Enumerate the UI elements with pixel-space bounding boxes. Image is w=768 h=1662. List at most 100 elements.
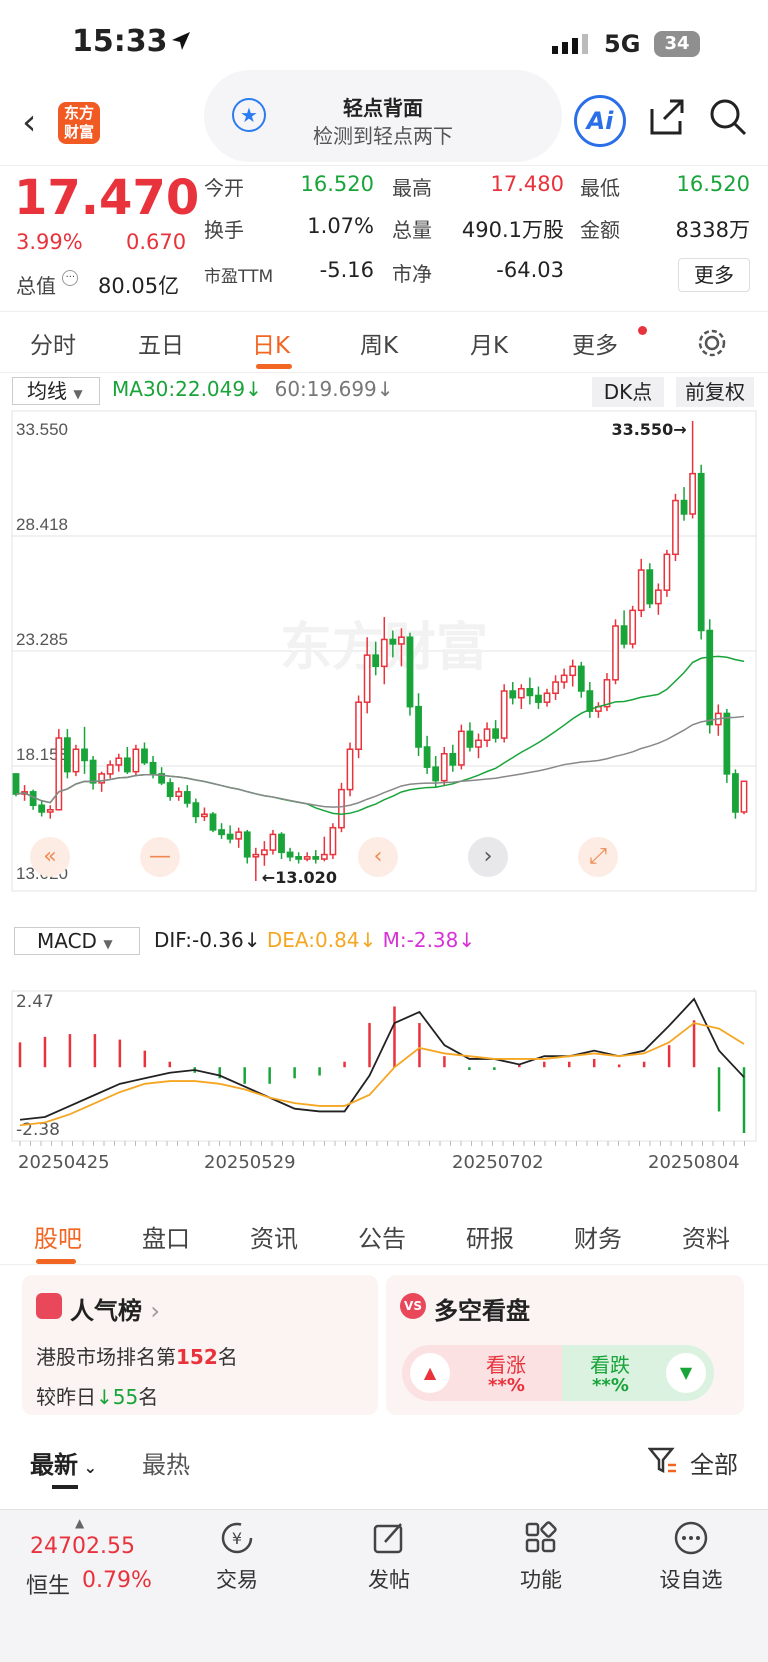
- tabbar-post[interactable]: 发帖: [344, 1520, 434, 1594]
- scroll-left-icon[interactable]: ‹: [358, 837, 398, 877]
- tab-more[interactable]: 更多: [572, 326, 618, 360]
- bearish-button[interactable]: 看跌 **% ▼: [562, 1345, 714, 1401]
- signal-icon: [552, 34, 588, 54]
- popularity-card[interactable]: 人气榜 › 港股市场排名第152名 较昨日↓55名: [22, 1275, 378, 1415]
- candle-body: [637, 569, 645, 612]
- candle-body: [466, 730, 474, 748]
- index-name: 恒生: [26, 1574, 71, 1599]
- ma-selector[interactable]: 均线 ▼: [12, 377, 100, 405]
- max-price-annotation: 33.550→: [611, 420, 686, 439]
- tab-weekly-k[interactable]: 周K: [360, 326, 398, 360]
- tab-intraday[interactable]: 分时: [30, 326, 76, 360]
- candle-body: [535, 694, 542, 703]
- grid-icon: [525, 1521, 557, 1553]
- filter-icon[interactable]: [648, 1445, 678, 1475]
- ma60-value: 60:19.699: [274, 377, 377, 401]
- scroll-start-icon[interactable]: «: [30, 837, 70, 877]
- candle-body: [449, 752, 457, 766]
- feed-all-filter[interactable]: 全部: [690, 1445, 738, 1480]
- date-label: 20250425: [18, 1152, 110, 1173]
- market-cap-label-text: 总值: [16, 274, 56, 298]
- settings-gear-icon[interactable]: [696, 327, 728, 359]
- popularity-title-text: 人气榜: [70, 1297, 142, 1325]
- macd-legend: DIF:-0.36↓ DEA:0.84↓ M:-2.38↓: [154, 928, 475, 952]
- candle-body: [389, 638, 397, 645]
- change-suffix: 名: [138, 1385, 159, 1409]
- tab-news[interactable]: 资讯: [250, 1219, 298, 1254]
- info-icon[interactable]: ···: [62, 270, 79, 286]
- candle-body: [406, 636, 414, 708]
- amount-label: 金额: [580, 218, 620, 242]
- candle-body: [295, 856, 303, 860]
- tabbar-trade[interactable]: ¥ 交易: [192, 1520, 282, 1594]
- dk-point-button[interactable]: DK点: [592, 377, 664, 407]
- date-label: 20250529: [204, 1152, 296, 1173]
- trade-yen-icon: ¥: [221, 1522, 253, 1554]
- feed-hot-tab[interactable]: 最热: [142, 1445, 190, 1480]
- tab-research[interactable]: 研报: [466, 1219, 514, 1254]
- last-price: 17.470: [14, 170, 200, 226]
- candle-body: [372, 654, 380, 668]
- ma30-value: MA30:22.049: [112, 377, 246, 401]
- candle-body: [612, 625, 619, 681]
- candle-body: [303, 856, 311, 860]
- vs-icon: VS: [400, 1293, 426, 1319]
- share-icon[interactable]: [648, 97, 688, 137]
- more-fields-button[interactable]: 更多: [678, 258, 750, 292]
- adjust-button[interactable]: 前复权: [676, 377, 754, 407]
- tabbar-functions[interactable]: 功能: [496, 1520, 586, 1594]
- change-prefix: 较昨日: [36, 1385, 96, 1409]
- candle-body: [740, 780, 748, 813]
- bottom-tab-bar: ▲ 24702.55 恒生 0.79% ¥ 交易 发帖 功能 设自选: [0, 1509, 768, 1662]
- candle-body: [552, 681, 559, 694]
- fullscreen-icon[interactable]: ⤢: [578, 837, 618, 877]
- dif-line: [19, 997, 745, 1121]
- search-icon[interactable]: [708, 97, 748, 137]
- candle-body: [620, 625, 628, 645]
- index-value[interactable]: 24702.55: [30, 1534, 135, 1559]
- tab-finance[interactable]: 财务: [574, 1219, 622, 1254]
- network-type: 5G: [604, 30, 641, 58]
- tab-notices[interactable]: 公告: [358, 1219, 406, 1254]
- feed-latest-tab[interactable]: 最新 ⌄: [30, 1445, 97, 1480]
- price-tick-label: 33.550: [16, 420, 68, 439]
- tab-daily-k[interactable]: 日K: [252, 326, 290, 360]
- tab-forum[interactable]: 股吧: [34, 1219, 82, 1254]
- high-value: 17.480: [490, 172, 564, 196]
- feed-latest-label: 最新: [30, 1451, 78, 1479]
- index-change: 0.79%: [82, 1568, 152, 1593]
- candle-body: [346, 748, 354, 791]
- bullish-button[interactable]: ▲ 看涨 **%: [402, 1345, 568, 1401]
- tabbar-watchlist-label: 设自选: [659, 1568, 723, 1592]
- tab-monthly-k[interactable]: 月K: [470, 326, 508, 360]
- tab-five-day[interactable]: 五日: [138, 326, 184, 360]
- chevron-down-icon: ⌄: [78, 1458, 97, 1477]
- macd-selector[interactable]: MACD ▼: [14, 927, 140, 955]
- scroll-right-icon[interactable]: ›: [468, 837, 508, 877]
- min-price-annotation: ←13.020: [262, 868, 337, 887]
- candle-body: [278, 833, 285, 854]
- tab-profile[interactable]: 资料: [682, 1219, 730, 1254]
- candle-body: [209, 813, 217, 831]
- quote-panel: 17.470 3.99% 0.670 总值 ··· 80.05亿 今开 16.5…: [0, 165, 768, 311]
- candle-body: [483, 728, 491, 742]
- candle-body: [192, 802, 200, 818]
- candle-body: [12, 773, 20, 795]
- back-chevron-icon[interactable]: ‹: [22, 102, 36, 143]
- ai-assistant-button[interactable]: Ai: [574, 95, 626, 147]
- back-tap-tip[interactable]: ★ 轻点背面 检测到轻点两下: [204, 70, 562, 162]
- candle-body: [243, 831, 251, 858]
- turnover-label: 换手: [204, 218, 244, 242]
- bearish-value: **%: [592, 1375, 629, 1396]
- candle-body: [132, 748, 140, 773]
- zoom-out-icon[interactable]: —: [140, 837, 180, 877]
- pb-value: -64.03: [496, 258, 564, 282]
- candle-body: [235, 831, 243, 840]
- low-value: 16.520: [676, 172, 750, 196]
- tab-orderbook[interactable]: 盘口: [142, 1219, 190, 1254]
- kline-svg[interactable]: 33.55028.41823.28518.15313.020东方财富33.550…: [0, 409, 768, 1179]
- tabbar-watchlist[interactable]: 设自选: [646, 1520, 736, 1594]
- popularity-change: 较昨日↓55名: [36, 1381, 158, 1410]
- candle-body: [329, 826, 337, 856]
- candle-body: [63, 737, 71, 773]
